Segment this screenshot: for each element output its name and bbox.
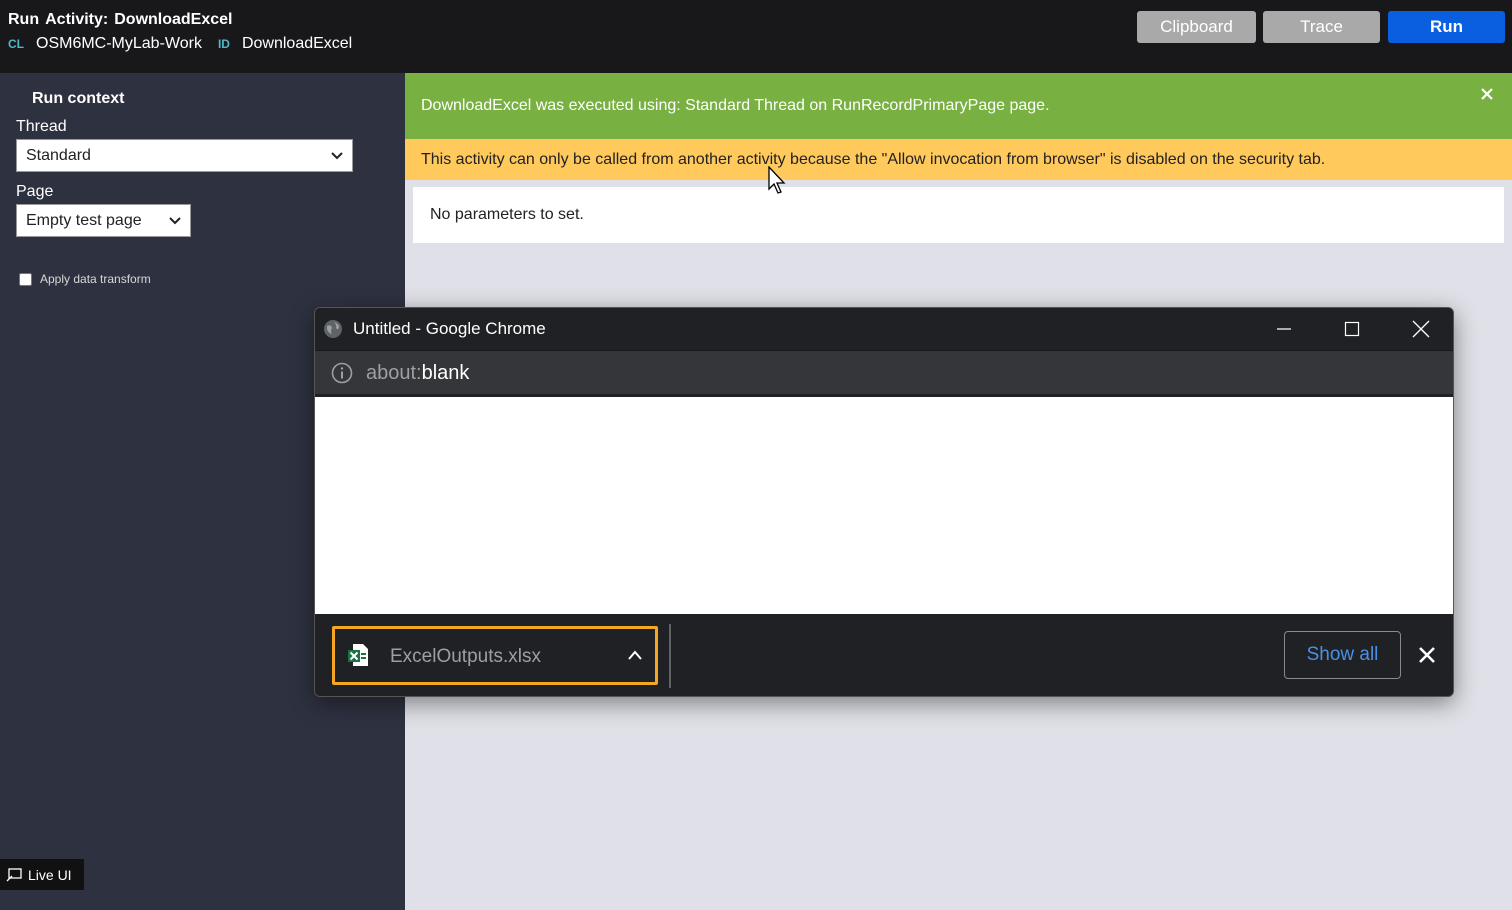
- thread-value: Standard: [26, 146, 91, 164]
- window-close-button[interactable]: [1387, 308, 1453, 350]
- page-label: Page: [16, 183, 54, 200]
- maximize-button[interactable]: [1318, 308, 1386, 350]
- download-item[interactable]: ExcelOutputs.xlsx: [332, 626, 658, 685]
- show-all-button[interactable]: Show all: [1284, 631, 1401, 679]
- minimize-icon: [1277, 328, 1291, 330]
- address-bar[interactable]: about:blank: [315, 350, 1453, 394]
- download-shelf: ExcelOutputs.xlsx Show all: [315, 614, 1453, 696]
- excel-file-icon: [348, 644, 368, 666]
- url-text: about:blank: [366, 362, 469, 385]
- cl-key: CL: [8, 37, 24, 51]
- chevron-down-icon: [169, 217, 181, 225]
- app-header: Run Activity: DownloadExcel CL OSM6MC-MyLa…: [0, 0, 1512, 73]
- run-button[interactable]: Run: [1388, 11, 1505, 43]
- run-context-title: Run context: [32, 90, 125, 107]
- url-host: blank: [421, 362, 470, 384]
- warning-message: This activity can only be called from an…: [421, 150, 1326, 168]
- chevron-up-icon[interactable]: [627, 649, 643, 661]
- thread-select[interactable]: Standard: [16, 139, 353, 172]
- info-icon[interactable]: [331, 362, 353, 384]
- download-file-name: ExcelOutputs.xlsx: [390, 646, 541, 667]
- trace-button[interactable]: Trace: [1263, 11, 1380, 43]
- thread-label: Thread: [16, 118, 67, 135]
- mouse-cursor-icon: [768, 166, 786, 194]
- close-icon[interactable]: [1418, 646, 1436, 664]
- close-icon[interactable]: [1480, 87, 1494, 101]
- blank-page-content: [315, 394, 1453, 614]
- run-label: Run: [8, 11, 40, 28]
- id-value: DownloadExcel: [241, 35, 353, 52]
- live-ui-button[interactable]: Live UI: [0, 859, 84, 890]
- page-value: Empty test page: [26, 211, 142, 229]
- page-select[interactable]: Empty test page: [16, 204, 191, 237]
- live-ui-label: Live UI: [28, 866, 72, 883]
- live-ui-icon: [6, 867, 22, 881]
- apply-transform-checkbox[interactable]: [19, 272, 32, 286]
- maximize-icon: [1344, 321, 1360, 337]
- url-scheme: about:: [366, 362, 422, 384]
- activity-name: DownloadExcel: [114, 11, 233, 28]
- cl-value: OSM6MC-MyLab-Work: [36, 35, 202, 52]
- parameters-panel: No parameters to set.: [413, 187, 1504, 243]
- globe-icon: [324, 320, 342, 338]
- page-title: Run Activity: DownloadExcel: [8, 11, 238, 29]
- activity-label: Activity:: [45, 11, 109, 28]
- chevron-down-icon: [331, 152, 343, 160]
- success-message: DownloadExcel was executed using: Standa…: [421, 97, 1050, 114]
- clipboard-button[interactable]: Clipboard: [1137, 11, 1256, 43]
- chrome-window: Untitled - Google Chrome about:blank Exc…: [314, 307, 1454, 697]
- activity-meta: CL OSM6MC-MyLab-Work ID DownloadExcel: [8, 35, 368, 53]
- success-banner: DownloadExcel was executed using: Standa…: [405, 73, 1512, 139]
- no-params-message: No parameters to set.: [430, 206, 584, 223]
- chrome-window-title: Untitled - Google Chrome: [353, 319, 546, 338]
- id-key: ID: [217, 37, 230, 51]
- close-icon: [1412, 320, 1430, 338]
- apply-transform-label: Apply data transform: [40, 272, 151, 286]
- shelf-divider: [669, 624, 671, 688]
- minimize-button[interactable]: [1250, 308, 1318, 350]
- chrome-titlebar[interactable]: Untitled - Google Chrome: [315, 308, 1453, 350]
- apply-transform-row: Apply data transform: [19, 272, 151, 286]
- warning-banner: This activity can only be called from an…: [405, 139, 1512, 180]
